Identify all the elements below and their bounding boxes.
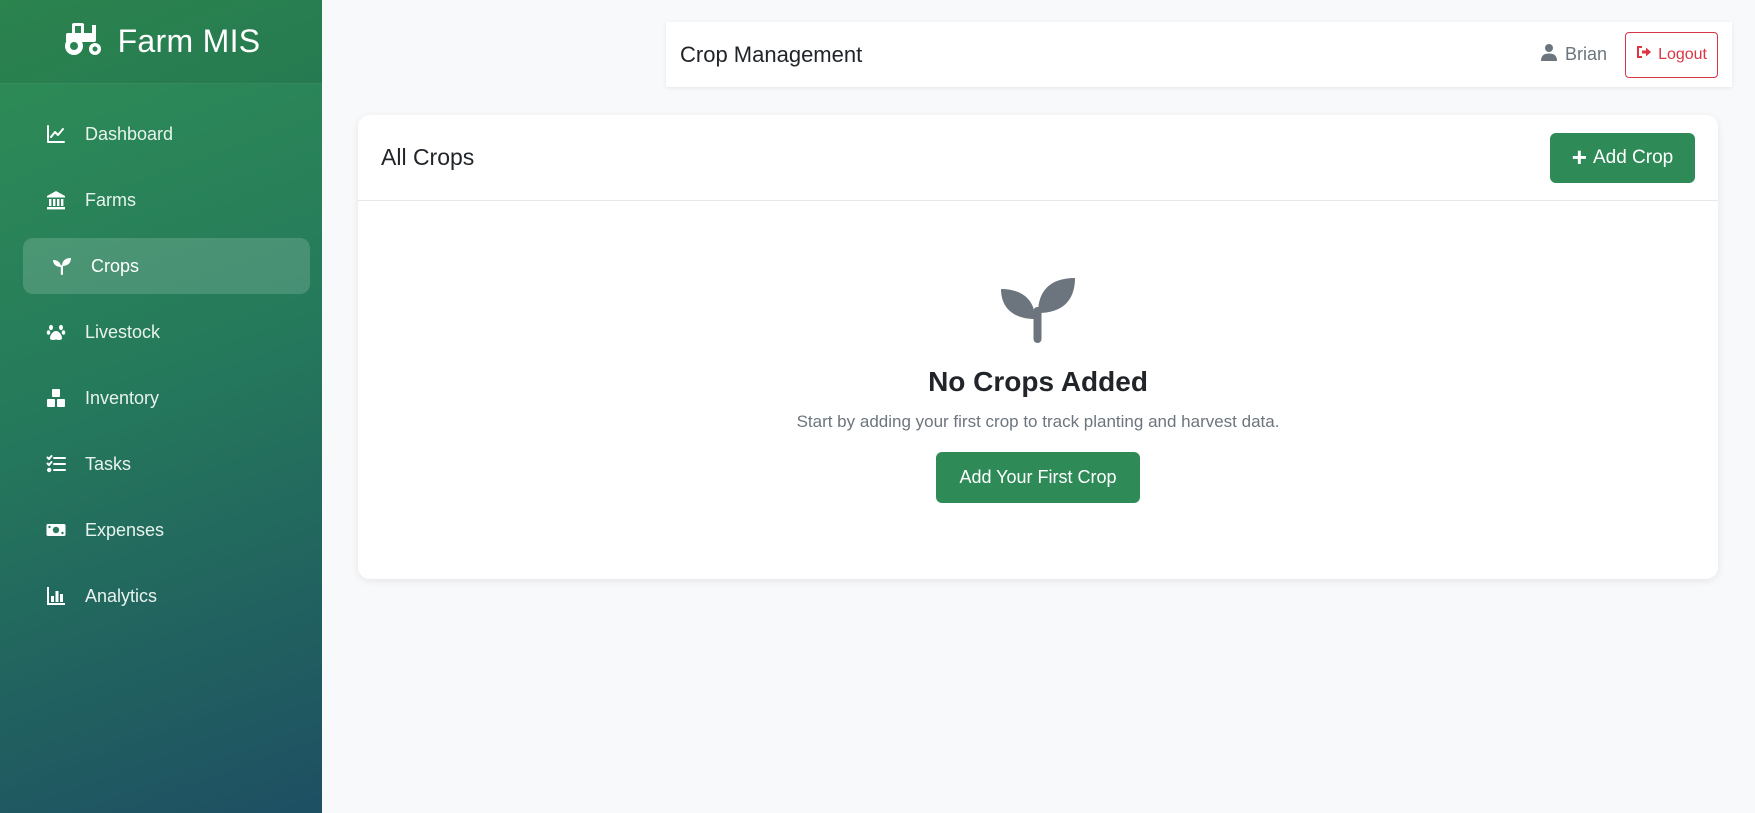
user-name: Brian <box>1565 44 1608 64</box>
sidebar-item-label: Expenses <box>85 519 165 540</box>
plus-icon: + <box>1571 141 1587 172</box>
chart-line-icon <box>45 123 67 145</box>
chart-bar-icon <box>45 585 67 607</box>
sidebar-item-livestock[interactable]: Livestock <box>23 304 310 360</box>
topbar-right: Brian Logout <box>1541 31 1718 78</box>
sidebar-item-label: Analytics <box>85 585 158 606</box>
sidebar-item-expenses[interactable]: Expenses <box>23 502 310 558</box>
brand[interactable]: Farm MIS <box>0 0 322 84</box>
sidebar-item-crops[interactable]: Crops <box>23 238 310 294</box>
sidebar-item-label: Livestock <box>85 321 161 342</box>
tasks-icon <box>45 453 67 475</box>
user-menu[interactable]: Brian <box>1541 43 1607 66</box>
seedling-icon <box>1000 278 1076 347</box>
sidebar-item-tasks[interactable]: Tasks <box>23 436 310 492</box>
add-first-crop-button[interactable]: Add Your First Crop <box>936 452 1140 503</box>
sidebar-item-inventory[interactable]: Inventory <box>23 370 310 426</box>
logout-label: Logout <box>1658 45 1707 63</box>
add-crop-button[interactable]: + Add Crop <box>1550 132 1695 183</box>
empty-state-description: Start by adding your first crop to track… <box>796 412 1280 431</box>
paw-icon <box>45 321 67 343</box>
sign-out-icon <box>1636 45 1652 64</box>
brand-title: Farm MIS <box>117 23 261 59</box>
boxes-icon <box>45 387 67 409</box>
add-crop-label: Add Crop <box>1592 146 1674 168</box>
card-header: All Crops + Add Crop <box>358 115 1718 201</box>
empty-state-title: No Crops Added <box>928 366 1148 397</box>
empty-state: No Crops Added Start by adding your firs… <box>358 201 1718 503</box>
tractor-icon <box>62 21 104 62</box>
sidebar-item-label: Tasks <box>85 453 132 474</box>
sidebar-item-label: Crops <box>91 255 140 276</box>
sidebar-item-label: Inventory <box>85 387 160 408</box>
seedling-icon <box>51 255 73 277</box>
sidebar-item-dashboard[interactable]: Dashboard <box>23 106 310 162</box>
sidebar-item-analytics[interactable]: Analytics <box>23 568 310 624</box>
crops-card: All Crops + Add Crop No Crops Added Star… <box>358 115 1718 579</box>
sidebar-item-label: Dashboard <box>85 123 174 144</box>
user-icon <box>1541 43 1558 66</box>
sidebar-item-farms[interactable]: Farms <box>23 172 310 228</box>
logout-button[interactable]: Logout <box>1625 31 1718 78</box>
building-icon <box>45 189 67 211</box>
sidebar-item-label: Farms <box>85 189 136 210</box>
sidebar-nav: Dashboard Farms Crops Livestock Inventor… <box>0 84 322 624</box>
sidebar: Farm MIS Dashboard Farms Crops Livestock… <box>0 0 322 813</box>
top-bar: Crop Management Brian Logout <box>666 22 1732 87</box>
page-title: Crop Management <box>680 41 863 67</box>
card-title: All Crops <box>381 144 475 170</box>
money-bill-icon <box>45 519 67 541</box>
